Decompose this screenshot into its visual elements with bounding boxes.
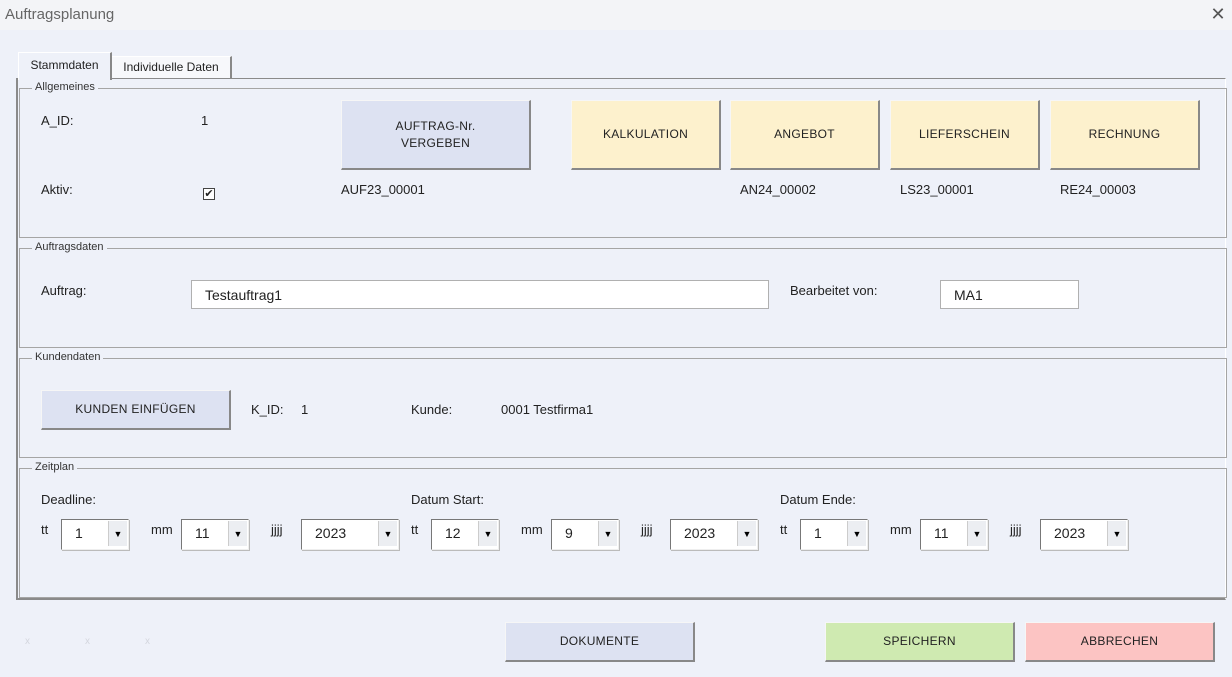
datum-ende-label: Datum Ende: xyxy=(780,492,856,507)
chevron-down-icon[interactable]: ▼ xyxy=(598,521,617,546)
deadline-jjjj-value: 2023 xyxy=(315,525,347,541)
start-tt-value: 12 xyxy=(445,525,461,541)
frame-allgemeines-legend: Allgemeines xyxy=(32,81,98,93)
chevron-down-icon[interactable]: ▼ xyxy=(478,521,497,546)
ende-mm-value: 11 xyxy=(934,525,949,541)
auftrag-input[interactable]: Testauftrag1 xyxy=(191,280,769,309)
ende-tt-select[interactable]: 1 ▼ xyxy=(800,519,868,550)
start-tt-select[interactable]: 12 ▼ xyxy=(431,519,499,550)
deadline-mm-label: mm xyxy=(151,522,173,537)
a-id-label: A_ID: xyxy=(41,113,74,128)
auftrag-nr-button-line1: AUFTRAG-Nr. xyxy=(395,118,476,133)
tab-stammdaten[interactable]: Stammdaten xyxy=(18,52,112,80)
aktiv-label: Aktiv: xyxy=(41,182,73,197)
deadline-jjjj-select[interactable]: 2023 ▼ xyxy=(301,519,399,550)
auftrag-nr-value: AUF23_00001 xyxy=(341,182,425,197)
ende-jjjj-select[interactable]: 2023 ▼ xyxy=(1040,519,1128,550)
rechnung-button[interactable]: RECHNUNG xyxy=(1050,100,1200,170)
chevron-down-icon[interactable]: ▼ xyxy=(1107,521,1126,546)
lieferschein-value: LS23_00001 xyxy=(900,182,974,197)
k-id-value: 1 xyxy=(301,402,309,417)
chevron-down-icon[interactable]: ▼ xyxy=(737,521,756,546)
faint-mark-3: x xyxy=(145,636,150,647)
start-mm-value: 9 xyxy=(565,525,573,541)
kunde-label: Kunde: xyxy=(411,402,453,417)
chevron-down-icon[interactable]: ▼ xyxy=(967,521,986,546)
angebot-value: AN24_00002 xyxy=(740,182,816,197)
faint-mark-1: x xyxy=(25,636,30,647)
start-jjjj-label: jjjj xyxy=(641,522,653,537)
check-icon: ✔ xyxy=(204,188,214,200)
abbrechen-button[interactable]: ABBRECHEN xyxy=(1025,622,1215,662)
bearbeitet-von-input[interactable]: MA1 xyxy=(940,280,1079,309)
chevron-down-icon[interactable]: ▼ xyxy=(228,521,247,546)
kunden-einfuegen-button[interactable]: KUNDEN EINFÜGEN xyxy=(41,390,231,430)
chevron-down-icon[interactable]: ▼ xyxy=(378,521,397,546)
window-title: Auftragsplanung xyxy=(5,6,115,23)
ende-jjjj-value: 2023 xyxy=(1054,525,1086,541)
aktiv-checkbox[interactable]: ✔ xyxy=(203,188,215,200)
kunde-value: 0001 Testfirma1 xyxy=(501,402,594,417)
ende-tt-label: tt xyxy=(780,522,788,537)
speichern-button[interactable]: SPEICHERN xyxy=(825,622,1015,662)
rechnung-value: RE24_00003 xyxy=(1060,182,1136,197)
tab-stammdaten-label: Stammdaten xyxy=(30,58,99,72)
start-tt-label: tt xyxy=(411,522,419,537)
close-icon[interactable]: ✕ xyxy=(1206,2,1230,26)
chevron-down-icon[interactable]: ▼ xyxy=(847,521,866,546)
bearbeitet-von-input-value: MA1 xyxy=(954,286,983,303)
a-id-value: 1 xyxy=(201,113,209,128)
frame-zeitplan-legend: Zeitplan xyxy=(32,461,78,473)
tab-individuelle-daten-label: Individuelle Daten xyxy=(123,60,219,74)
start-jjjj-value: 2023 xyxy=(684,525,716,541)
ende-jjjj-label: jjjj xyxy=(1010,522,1022,537)
datum-start-label: Datum Start: xyxy=(411,492,484,507)
auftrag-input-value: Testauftrag1 xyxy=(205,286,283,303)
deadline-label: Deadline: xyxy=(41,492,96,507)
frame-kundendaten-legend: Kundendaten xyxy=(32,351,104,363)
deadline-mm-value: 11 xyxy=(195,525,210,541)
ende-tt-value: 1 xyxy=(814,525,822,541)
start-jjjj-select[interactable]: 2023 ▼ xyxy=(670,519,758,550)
start-mm-label: mm xyxy=(521,522,543,537)
window-titlebar xyxy=(0,0,1232,30)
deadline-tt-value: 1 xyxy=(75,525,83,541)
ende-mm-select[interactable]: 11 ▼ xyxy=(920,519,988,550)
lieferschein-button[interactable]: LIEFERSCHEIN xyxy=(890,100,1040,170)
auftrag-nr-button-line2: VERGEBEN xyxy=(400,135,471,150)
kalkulation-button[interactable]: KALKULATION xyxy=(571,100,721,170)
tab-individuelle-daten[interactable]: Individuelle Daten xyxy=(111,56,232,79)
deadline-tt-label: tt xyxy=(41,522,49,537)
k-id-label: K_ID: xyxy=(251,402,284,417)
start-mm-select[interactable]: 9 ▼ xyxy=(551,519,619,550)
frame-auftragsdaten-legend: Auftragsdaten xyxy=(32,241,107,253)
deadline-tt-select[interactable]: 1 ▼ xyxy=(61,519,129,550)
chevron-down-icon[interactable]: ▼ xyxy=(108,521,127,546)
dokumente-button[interactable]: DOKUMENTE xyxy=(505,622,695,662)
faint-mark-2: x xyxy=(85,636,90,647)
bearbeitet-von-label: Bearbeitet von: xyxy=(790,283,878,298)
auftrag-label: Auftrag: xyxy=(41,283,87,298)
ende-mm-label: mm xyxy=(890,522,912,537)
angebot-button[interactable]: ANGEBOT xyxy=(730,100,880,170)
deadline-jjjj-label: jjjj xyxy=(271,522,283,537)
deadline-mm-select[interactable]: 11 ▼ xyxy=(181,519,249,550)
auftrag-nr-vergeben-button[interactable]: AUFTRAG-Nr. VERGEBEN xyxy=(341,100,531,170)
